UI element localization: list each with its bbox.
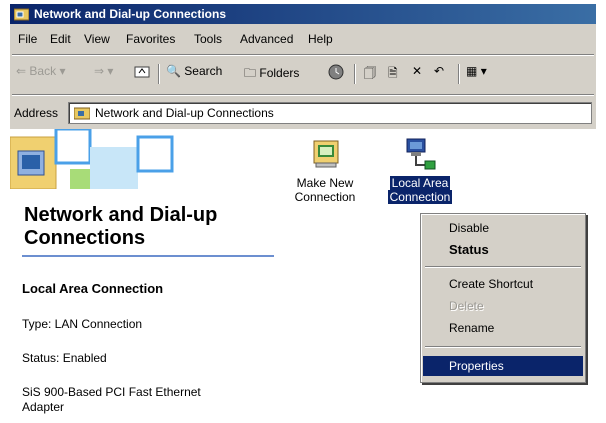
dropdown-arrow-icon: ▾ xyxy=(59,64,66,78)
folders-button[interactable]: 🗀 Folders xyxy=(244,64,299,82)
local-area-connection-item[interactable]: Local Area Connection xyxy=(380,137,460,204)
views-icon: ▦ xyxy=(466,64,478,78)
up-folder-button[interactable] xyxy=(134,64,150,82)
search-label: Search xyxy=(184,64,223,78)
undo-button[interactable]: ↶ xyxy=(434,64,444,82)
menu-item-label: Delete xyxy=(449,299,484,313)
icon-label: Make New xyxy=(296,176,354,190)
network-folder-icon xyxy=(14,8,29,21)
copy-to-icon: 🗎 xyxy=(388,66,398,80)
toolbar-divider xyxy=(12,94,594,96)
back-arrow-icon: ⇐ xyxy=(16,64,27,78)
heading-divider xyxy=(22,255,274,257)
address-label: Address xyxy=(14,106,59,120)
toolbar-separator xyxy=(158,64,160,84)
adapter-line: Adapter xyxy=(22,400,65,414)
folders-icon: 🗀 xyxy=(244,66,257,80)
delete-button[interactable]: ✕ xyxy=(412,64,422,82)
delete-icon: ✕ xyxy=(412,64,423,78)
forward-button[interactable]: ⇒ ▾ xyxy=(94,64,113,82)
back-button[interactable]: ⇐ Back ▾ xyxy=(16,64,65,82)
menu-divider xyxy=(12,54,594,56)
window-chrome: File Edit View Favorites Tools Advanced … xyxy=(10,24,596,129)
menu-item-disable[interactable]: Disable xyxy=(423,218,583,238)
history-button[interactable] xyxy=(328,64,344,82)
menu-item-properties[interactable]: Properties xyxy=(423,356,583,376)
make-new-connection-item[interactable]: Make New Connection xyxy=(280,137,370,204)
heading-line: Network and Dial-up xyxy=(24,204,218,226)
views-button[interactable]: ▦ ▾ xyxy=(466,64,487,82)
menu-view[interactable]: View xyxy=(84,32,110,46)
menu-separator xyxy=(425,346,581,348)
menu-edit[interactable]: Edit xyxy=(50,32,71,46)
network-banner-graphic xyxy=(10,129,174,189)
undo-icon: ↶ xyxy=(434,64,445,78)
menu-item-label: Create Shortcut xyxy=(449,277,534,291)
menu-advanced[interactable]: Advanced xyxy=(240,32,293,46)
address-input[interactable]: Network and Dial-up Connections xyxy=(68,102,592,124)
menu-separator xyxy=(425,266,581,268)
details-status: Status: Enabled xyxy=(22,351,107,365)
menu-item-label: Disable xyxy=(449,221,490,235)
menu-item-rename[interactable]: Rename xyxy=(423,318,583,338)
details-type: Type: LAN Connection xyxy=(22,317,143,331)
toolbar: ⇐ Back ▾ ⇒ ▾ 🔍 Search 🗀 Folders 🗍 🗎 ✕ ↶ … xyxy=(10,58,596,88)
window-title: Network and Dial-up Connections xyxy=(34,7,227,21)
lan-connection-icon xyxy=(406,138,436,170)
adapter-line: SiS 900-Based PCI Fast Ethernet xyxy=(22,385,201,399)
folders-label: Folders xyxy=(259,66,300,80)
menu-item-create-shortcut[interactable]: Create Shortcut xyxy=(423,274,583,294)
menu-bar: File Edit View Favorites Tools Advanced … xyxy=(10,28,596,48)
details-adapter: SiS 900-Based PCI Fast Ethernet Adapter xyxy=(22,385,201,415)
context-menu: Disable Status Create Shortcut Delete Re… xyxy=(420,213,586,383)
forward-arrow-icon: ⇒ xyxy=(94,64,105,78)
icon-label: Local Area xyxy=(389,176,451,190)
address-value: Network and Dial-up Connections xyxy=(95,106,274,120)
menu-item-status[interactable]: Status xyxy=(423,239,583,259)
move-to-icon: 🗍 xyxy=(364,66,376,80)
menu-file[interactable]: File xyxy=(18,32,37,46)
menu-item-label: Properties xyxy=(449,359,504,373)
page-heading: Network and Dial-up Connections xyxy=(24,204,217,250)
dropdown-arrow-icon: ▾ xyxy=(480,64,487,78)
toolbar-separator xyxy=(458,64,460,84)
menu-help[interactable]: Help xyxy=(308,32,333,46)
icon-label: Connection xyxy=(294,190,356,204)
title-bar[interactable]: Network and Dial-up Connections xyxy=(10,4,596,24)
network-folder-icon xyxy=(74,107,90,120)
heading-line: Connections xyxy=(24,227,146,249)
dropdown-arrow-icon: ▾ xyxy=(107,64,114,78)
search-icon: 🔍 xyxy=(166,64,181,78)
back-label: Back xyxy=(29,64,57,78)
address-bar: Address Network and Dial-up Connections xyxy=(10,98,596,126)
menu-item-label: Rename xyxy=(449,321,495,335)
up-folder-icon xyxy=(134,66,150,78)
menu-item-label: Status xyxy=(449,242,489,257)
search-button[interactable]: 🔍 Search xyxy=(166,64,222,82)
menu-tools[interactable]: Tools xyxy=(194,32,222,46)
copy-to-button[interactable]: 🗎 xyxy=(388,64,398,82)
history-icon xyxy=(328,64,344,80)
menu-item-delete[interactable]: Delete xyxy=(423,296,583,316)
details-title: Local Area Connection xyxy=(22,281,164,296)
icon-label: Connection xyxy=(387,190,453,204)
move-to-button[interactable]: 🗍 xyxy=(364,64,376,82)
make-new-connection-icon xyxy=(313,140,339,168)
toolbar-separator xyxy=(354,64,356,84)
menu-favorites[interactable]: Favorites xyxy=(126,32,175,46)
